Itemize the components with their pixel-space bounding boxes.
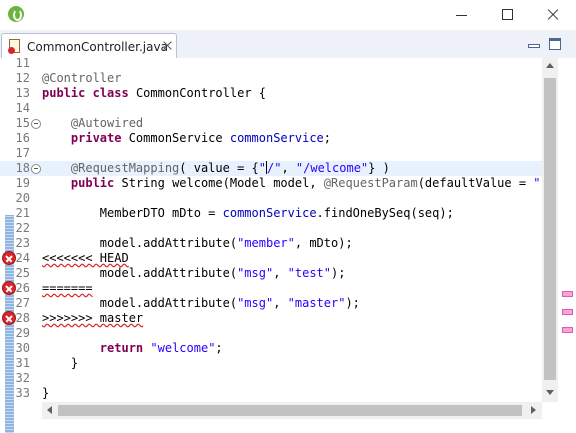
scroll-down-arrow-icon[interactable] bbox=[546, 390, 554, 395]
code-line[interactable]: 20 bbox=[0, 191, 542, 206]
error-icon[interactable] bbox=[3, 282, 15, 294]
code-text: public class CommonController { bbox=[42, 86, 266, 100]
code-line[interactable]: 23 model.addAttribute("member", mDto); bbox=[0, 236, 542, 251]
tab-label: CommonController.java bbox=[27, 40, 168, 54]
code-line[interactable]: 11 bbox=[0, 58, 542, 71]
line-number: 12 bbox=[15, 71, 30, 85]
scroll-left-arrow-icon[interactable] bbox=[47, 406, 52, 414]
code-text: model.addAttribute("member", mDto); bbox=[42, 236, 353, 250]
code-line[interactable]: 27 model.addAttribute("msg", "master"); bbox=[0, 296, 542, 311]
line-number: 15 bbox=[15, 116, 30, 130]
code-text: <<<<<<< HEAD bbox=[42, 251, 129, 265]
code-line[interactable]: 19 public String welcome(Model model, @R… bbox=[0, 176, 542, 191]
code-line[interactable]: 17 bbox=[0, 146, 542, 161]
code-text: >>>>>>> master bbox=[42, 311, 144, 325]
code-line[interactable]: 31 } bbox=[0, 356, 542, 371]
code-line[interactable]: 26 ======= bbox=[0, 281, 542, 296]
horizontal-scroll-thumb[interactable] bbox=[58, 405, 522, 416]
line-number: 18 bbox=[15, 161, 30, 175]
tab-close-icon[interactable] bbox=[162, 41, 172, 51]
view-maximize-icon[interactable] bbox=[549, 38, 561, 50]
line-number: 22 bbox=[15, 221, 30, 235]
line-number: 19 bbox=[15, 176, 30, 190]
java-file-error-icon bbox=[8, 39, 20, 54]
code-text: public String welcome(Model model, @Requ… bbox=[70, 176, 542, 190]
vertical-scroll-thumb[interactable] bbox=[544, 78, 556, 380]
line-number: 17 bbox=[15, 146, 30, 160]
overview-ruler[interactable] bbox=[558, 58, 576, 402]
code-line[interactable]: 28 >>>>>>> master bbox=[0, 311, 542, 326]
line-number: 11 bbox=[15, 58, 30, 70]
fold-toggle-icon[interactable] bbox=[31, 119, 41, 129]
error-icon[interactable] bbox=[3, 252, 15, 264]
code-text: @Controller bbox=[42, 71, 122, 85]
code-line[interactable]: 29 bbox=[0, 326, 542, 341]
maximize-icon[interactable] bbox=[484, 0, 530, 30]
error-marker[interactable] bbox=[562, 327, 573, 333]
line-number: 27 bbox=[15, 296, 30, 310]
minimize-icon[interactable] bbox=[438, 0, 484, 30]
line-number: 25 bbox=[15, 266, 30, 280]
code-editor[interactable]: 11 12 @Controller 13 public class CommonCont… bbox=[0, 58, 576, 433]
line-number: 21 bbox=[15, 206, 30, 220]
line-number: 30 bbox=[15, 341, 30, 355]
code-text: MemberDTO mDto = commonService.findOneBy… bbox=[42, 206, 454, 220]
spring-leaf-icon bbox=[8, 6, 24, 22]
error-marker[interactable] bbox=[562, 309, 573, 315]
vertical-scrollbar[interactable] bbox=[542, 58, 558, 402]
view-minimize-icon[interactable] bbox=[527, 40, 540, 50]
code-line[interactable]: 32 bbox=[0, 371, 542, 386]
code-line[interactable]: 13 public class CommonController { bbox=[0, 86, 542, 101]
code-line[interactable]: 33} bbox=[0, 386, 542, 401]
line-number: 23 bbox=[15, 236, 30, 250]
line-number: 31 bbox=[15, 356, 30, 370]
line-number: 13 bbox=[15, 86, 30, 100]
close-icon[interactable] bbox=[530, 0, 576, 30]
code-text: model.addAttribute("msg", "master"); bbox=[42, 296, 360, 310]
line-number: 29 bbox=[15, 326, 30, 340]
fold-toggle-icon[interactable] bbox=[31, 164, 41, 174]
code-line[interactable]: 21 MemberDTO mDto = commonService.findOn… bbox=[0, 206, 542, 221]
code-text: @Autowired bbox=[70, 116, 144, 130]
line-number: 32 bbox=[15, 371, 30, 385]
error-icon[interactable] bbox=[3, 312, 15, 324]
scroll-up-arrow-icon[interactable] bbox=[546, 63, 554, 68]
line-number: 16 bbox=[15, 131, 30, 145]
line-number: 20 bbox=[15, 191, 30, 205]
window-titlebar bbox=[0, 0, 576, 30]
code-line[interactable]: 24 <<<<<<< HEAD bbox=[0, 251, 542, 266]
horizontal-scrollbar[interactable] bbox=[42, 402, 542, 419]
line-number: 14 bbox=[15, 101, 30, 115]
scroll-right-arrow-icon[interactable] bbox=[531, 406, 536, 414]
code-text: ======= bbox=[42, 281, 93, 295]
editor-tab-bar: CommonController.java bbox=[0, 30, 576, 59]
code-line[interactable]: 22 bbox=[0, 221, 542, 236]
tab-common-controller[interactable]: CommonController.java bbox=[1, 33, 177, 59]
code-line[interactable]: 18 @RequestMapping( value = {"/", "/welc… bbox=[0, 161, 542, 176]
code-area[interactable]: 11 12 @Controller 13 public class CommonCont… bbox=[0, 58, 542, 402]
error-marker[interactable] bbox=[562, 291, 573, 297]
code-line[interactable]: 25 model.addAttribute("msg", "test"); bbox=[0, 266, 542, 281]
code-line[interactable]: 12 @Controller bbox=[0, 71, 542, 86]
code-line[interactable]: 14 bbox=[0, 101, 542, 116]
code-text: private CommonService commonService; bbox=[70, 131, 332, 145]
code-text: } bbox=[42, 356, 79, 370]
code-line[interactable]: 15 @Autowired bbox=[0, 116, 542, 131]
code-text: @RequestMapping( value = {"/", "/welcome… bbox=[70, 161, 390, 175]
code-text: model.addAttribute("msg", "test"); bbox=[42, 266, 346, 280]
line-number: 33 bbox=[15, 386, 30, 400]
code-text: } bbox=[42, 386, 50, 400]
code-line[interactable]: 16 private CommonService commonService; bbox=[0, 131, 542, 146]
code-line[interactable]: 30 return "welcome"; bbox=[0, 341, 542, 356]
code-text: return "welcome"; bbox=[99, 341, 223, 355]
